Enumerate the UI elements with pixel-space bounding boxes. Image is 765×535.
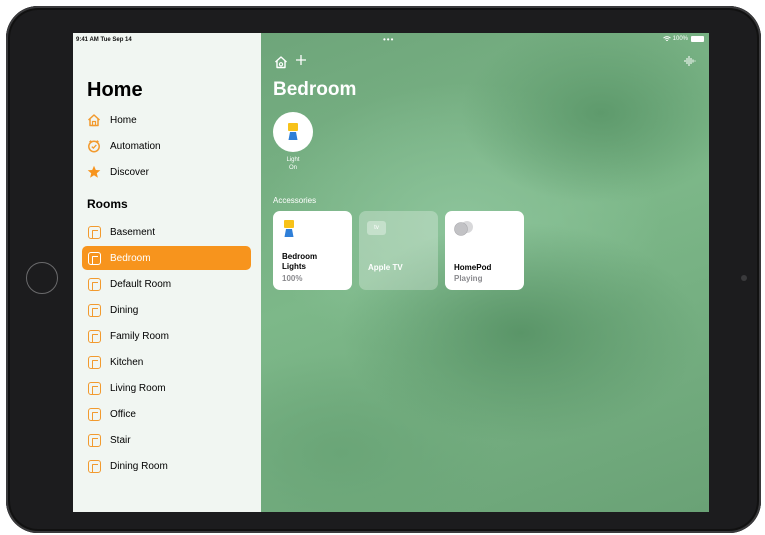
homepod-icon [454, 221, 473, 236]
accessory-tile-bedroom-lights[interactable]: Bedroom Lights 100% [273, 211, 352, 290]
house-icon [87, 113, 101, 127]
screen: 9:41 AM Tue Sep 14 Home Home Automation … [73, 33, 709, 512]
room-label: Family Room [110, 330, 169, 342]
room-icon [88, 303, 101, 317]
lamp-icon [288, 123, 298, 140]
room-icon [88, 251, 101, 265]
sidebar-room-default-room[interactable]: Default Room [82, 272, 251, 296]
light-scene-button[interactable] [273, 112, 313, 152]
room-icon [88, 329, 101, 343]
room-label: Stair [110, 434, 131, 446]
room-label: Bedroom [110, 252, 151, 264]
home-button[interactable] [26, 262, 58, 294]
sidebar-item-label: Home [110, 114, 137, 126]
tile-name-line1: Bedroom [282, 252, 318, 261]
status-time-date: 9:41 AM Tue Sep 14 [76, 37, 132, 43]
scene-label: Light On [273, 156, 313, 172]
room-icon [88, 433, 101, 447]
room-label: Basement [110, 226, 156, 238]
status-right: 100% [662, 36, 704, 42]
sidebar-room-living-room[interactable]: Living Room [82, 376, 251, 400]
sidebar-room-bedroom[interactable]: Bedroom [82, 246, 251, 270]
room-icon [88, 407, 101, 421]
sidebar-room-kitchen[interactable]: Kitchen [82, 350, 251, 374]
status-time: 9:41 AM [76, 37, 99, 43]
room-label: Living Room [110, 382, 166, 394]
sidebar-title: Home [87, 79, 143, 101]
tile-status: 100% [282, 274, 303, 283]
room-icon [88, 381, 101, 395]
room-label: Office [110, 408, 136, 420]
main-content: ••• 100% Bedroom Light On Accessories Be… [261, 33, 709, 512]
star-icon [87, 165, 101, 179]
tile-name: Bedroom Lights [282, 252, 317, 272]
multitasking-dots[interactable]: ••• [383, 35, 394, 44]
clock-check-icon [87, 139, 101, 153]
siri-waveform-icon[interactable] [684, 54, 696, 73]
battery-icon [691, 36, 704, 42]
home-settings-icon[interactable] [274, 55, 288, 74]
room-label: Default Room [110, 278, 172, 290]
sidebar-item-automation[interactable]: Automation [87, 137, 161, 155]
sidebar-item-label: Discover [110, 166, 149, 178]
sidebar-room-office[interactable]: Office [82, 402, 251, 426]
tile-name: Apple TV [368, 263, 403, 272]
scene-label-line1: Light [286, 157, 300, 163]
battery-percent: 100% [672, 36, 688, 42]
accessory-tile-apple-tv[interactable]: tv Apple TV [359, 211, 438, 290]
room-label: Dining [110, 304, 139, 316]
accessory-tile-homepod[interactable]: HomePod Playing [445, 211, 524, 290]
sidebar: 9:41 AM Tue Sep 14 Home Home Automation … [73, 33, 261, 512]
apple-tv-icon: tv [367, 221, 386, 235]
sidebar-room-stair[interactable]: Stair [82, 428, 251, 452]
sidebar-item-discover[interactable]: Discover [87, 163, 149, 181]
room-label: Kitchen [110, 356, 144, 368]
room-title: Bedroom [273, 79, 357, 100]
scene-label-line2: On [288, 165, 297, 171]
tile-name-line2: Lights [282, 262, 306, 271]
tile-name: HomePod [454, 263, 492, 272]
sidebar-room-basement[interactable]: Basement [82, 220, 251, 244]
rooms-header: Rooms [87, 197, 128, 211]
status-date: Tue Sep 14 [100, 37, 132, 43]
lamp-icon [284, 220, 294, 237]
tile-status: Playing [454, 274, 483, 283]
camera [741, 275, 747, 281]
room-icon [88, 225, 101, 239]
sidebar-item-home[interactable]: Home [87, 111, 137, 129]
room-icon [88, 277, 101, 291]
add-icon[interactable] [294, 53, 308, 72]
room-label: Dining Room [110, 460, 168, 472]
sidebar-room-family-room[interactable]: Family Room [82, 324, 251, 348]
sidebar-room-dining[interactable]: Dining [82, 298, 251, 322]
room-icon [88, 355, 101, 369]
sidebar-item-label: Automation [110, 140, 161, 152]
wifi-icon [662, 36, 671, 41]
sidebar-room-dining-room[interactable]: Dining Room [82, 454, 251, 478]
room-icon [88, 459, 101, 473]
accessories-label: Accessories [273, 196, 317, 205]
